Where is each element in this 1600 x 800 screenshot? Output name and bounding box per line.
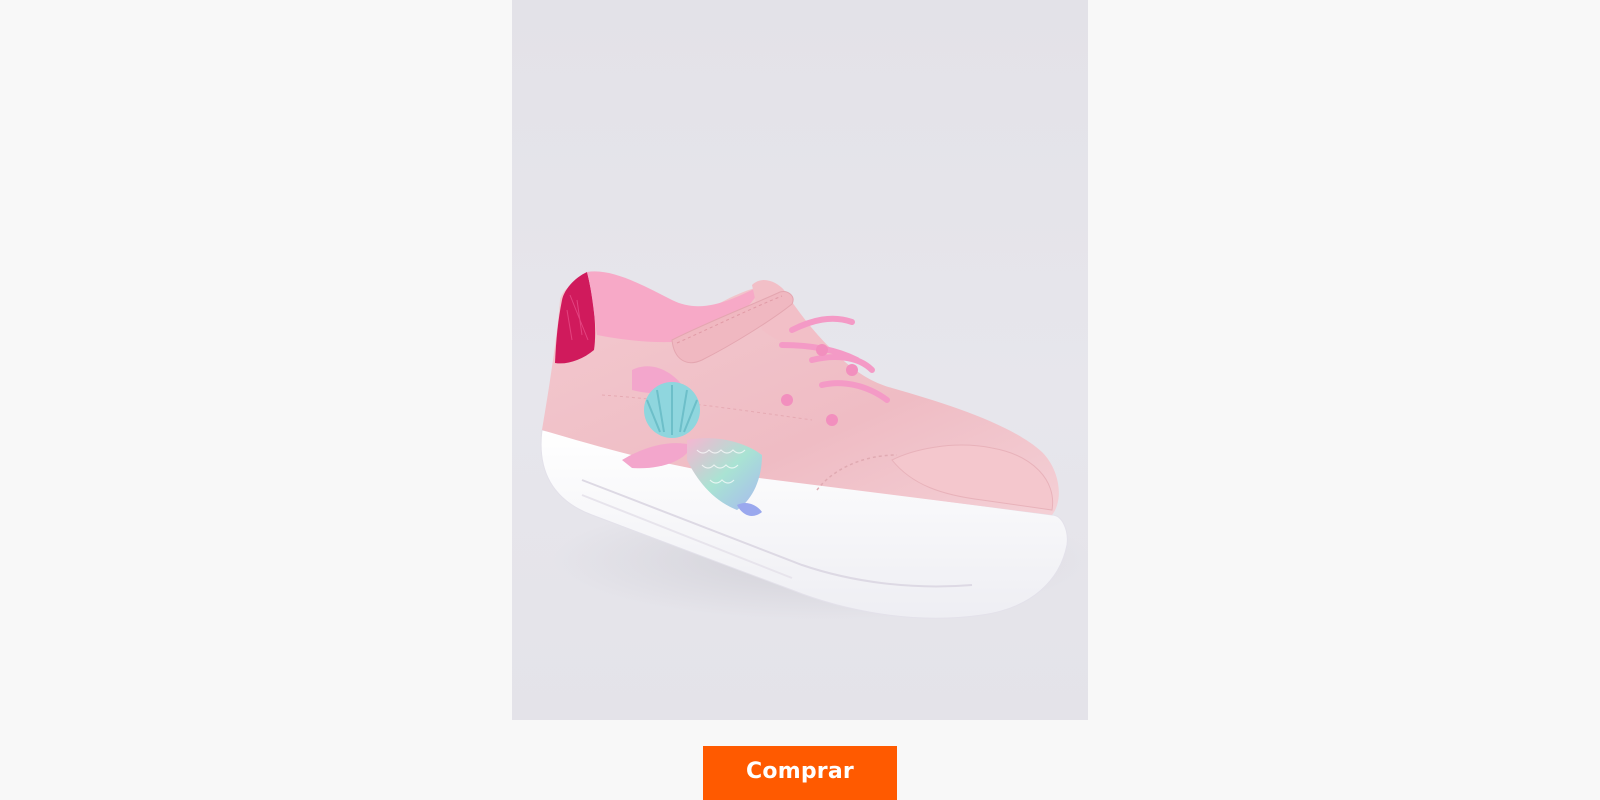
- buy-button[interactable]: Comprar: [703, 746, 897, 800]
- product-image: [512, 0, 1088, 720]
- page: Comprar: [0, 0, 1600, 800]
- heel-glitter: [555, 272, 596, 364]
- sneaker-illustration: [540, 271, 1088, 620]
